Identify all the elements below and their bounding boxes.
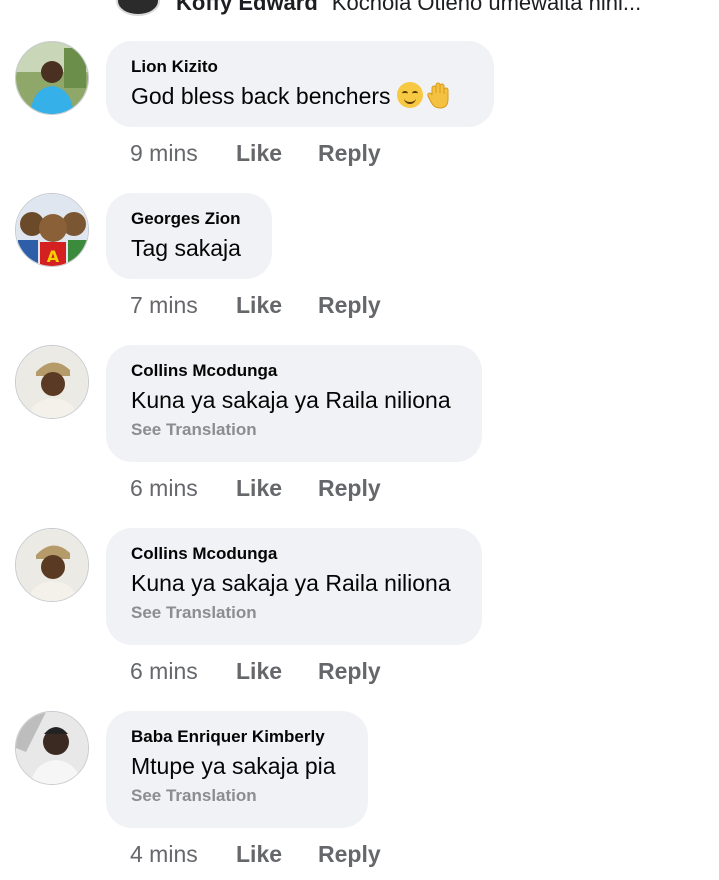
see-translation-link[interactable]: See Translation xyxy=(131,420,458,440)
comment-time[interactable]: 6 mins xyxy=(130,658,236,685)
comment-time[interactable]: 4 mins xyxy=(130,841,236,868)
reply-author[interactable]: Koffy Edward xyxy=(176,0,318,15)
avatar[interactable]: A xyxy=(15,193,89,267)
comment-text: God bless back benchers xyxy=(131,81,470,111)
like-button[interactable]: Like xyxy=(236,140,318,167)
avatar[interactable] xyxy=(15,711,89,785)
avatar[interactable] xyxy=(15,41,89,115)
raised-hand-icon xyxy=(426,82,449,109)
comment-actions: 7 mins Like Reply xyxy=(130,292,381,319)
comment-time[interactable]: 6 mins xyxy=(130,475,236,502)
reply-button[interactable]: Reply xyxy=(318,140,381,167)
see-translation-link[interactable]: See Translation xyxy=(131,786,344,806)
reply-button[interactable]: Reply xyxy=(318,841,381,868)
comment-bubble: Baba Enriquer Kimberly Mtupe ya sakaja p… xyxy=(106,711,368,828)
reply-button[interactable]: Reply xyxy=(318,292,381,319)
like-button[interactable]: Like xyxy=(236,292,318,319)
comment-author[interactable]: Baba Enriquer Kimberly xyxy=(131,727,344,747)
comment-text: Mtupe ya sakaja pia xyxy=(131,753,336,779)
comment-bubble: Collins Mcodunga Kuna ya sakaja ya Raila… xyxy=(106,528,482,645)
avatar[interactable] xyxy=(15,528,89,602)
comment-author[interactable]: Georges Zion xyxy=(131,209,248,229)
like-button[interactable]: Like xyxy=(236,841,318,868)
avatar[interactable] xyxy=(116,0,160,16)
reply-button[interactable]: Reply xyxy=(318,475,381,502)
see-translation-link[interactable]: See Translation xyxy=(131,603,458,623)
svg-text:A: A xyxy=(47,247,60,266)
comment-actions: 6 mins Like Reply xyxy=(130,658,381,685)
comment-bubble: Lion Kizito God bless back benchers xyxy=(106,41,494,127)
comment-time[interactable]: 9 mins xyxy=(130,140,236,167)
comment-author[interactable]: Lion Kizito xyxy=(131,57,470,77)
nested-reply-preview[interactable]: Koffy Edward Kochola Otieno umewaita nini… xyxy=(0,0,719,20)
comment-actions: 4 mins Like Reply xyxy=(130,841,381,868)
comment-author[interactable]: Collins Mcodunga xyxy=(131,361,458,381)
comment-text: Tag sakaja xyxy=(131,235,241,261)
comment-text: Kuna ya sakaja ya Raila niliona xyxy=(131,387,451,413)
like-button[interactable]: Like xyxy=(236,475,318,502)
comment-actions: 6 mins Like Reply xyxy=(130,475,381,502)
comment-author[interactable]: Collins Mcodunga xyxy=(131,544,458,564)
smile-emoji-icon xyxy=(396,82,423,108)
avatar[interactable] xyxy=(15,345,89,419)
comment-bubble: Collins Mcodunga Kuna ya sakaja ya Raila… xyxy=(106,345,482,462)
comment-actions: 9 mins Like Reply xyxy=(130,140,381,167)
reply-button[interactable]: Reply xyxy=(318,658,381,685)
reply-preview-text: Koffy Edward Kochola Otieno umewaita nini… xyxy=(176,0,641,16)
reply-snippet: Kochola Otieno umewaita nini... xyxy=(331,0,642,15)
comment-bubble: Georges Zion Tag sakaja xyxy=(106,193,272,279)
comment-time[interactable]: 7 mins xyxy=(130,292,236,319)
like-button[interactable]: Like xyxy=(236,658,318,685)
comment-text: Kuna ya sakaja ya Raila niliona xyxy=(131,570,451,596)
